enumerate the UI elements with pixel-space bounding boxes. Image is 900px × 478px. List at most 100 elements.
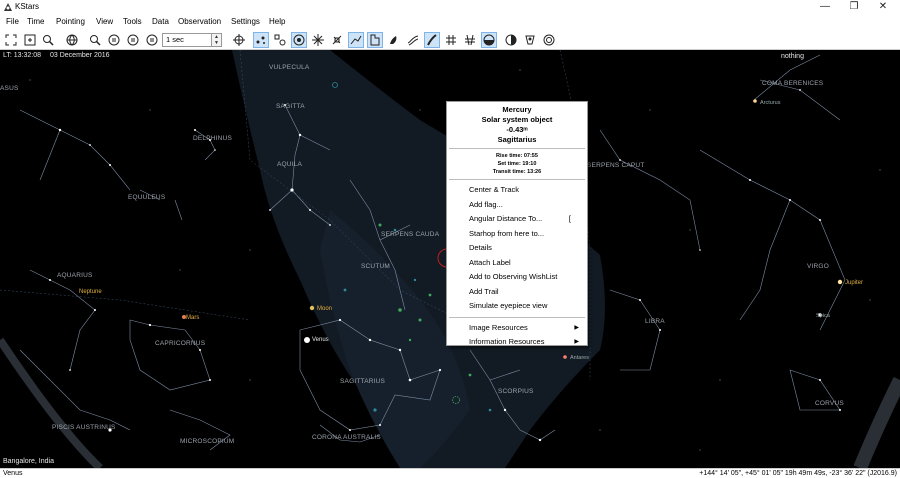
status-object: Venus: [3, 470, 23, 477]
popup-separator: [449, 179, 585, 180]
label-neptune: Neptune: [79, 289, 102, 295]
label-serpens-caput: SERPENS CAPUT: [587, 162, 645, 169]
date-label: 03 December 2016: [50, 52, 110, 59]
toggle-equatorial-grid-icon[interactable]: [424, 32, 440, 48]
menu-item-details[interactable]: Details: [447, 241, 587, 256]
menu-data[interactable]: Data: [152, 16, 169, 28]
jupiter-marker: [837, 279, 843, 285]
label-moon: Moon: [317, 306, 333, 312]
label-libra: LIBRA: [645, 318, 665, 325]
submenu-arrow-icon: ▶: [574, 339, 579, 345]
toggle-horizontal-grid-icon[interactable]: [443, 32, 459, 48]
time-step-spinner-icon[interactable]: ▲ ▼: [212, 33, 222, 47]
toggle-supernovae-icon[interactable]: [310, 32, 326, 48]
find-object-icon[interactable]: [40, 32, 56, 48]
popup-set-time: Set time: 19:10: [497, 161, 537, 167]
label-arcturus: Arcturus: [760, 100, 781, 106]
zoom-in-box-icon[interactable]: [22, 32, 38, 48]
label-mars: Mars: [186, 315, 200, 321]
toggle-constellation-lines-icon[interactable]: [348, 32, 364, 48]
popup-object-type: Solar system object: [481, 115, 553, 124]
label-scorpius: SCORPIUS: [498, 388, 534, 395]
menu-item-add-trail[interactable]: Add Trail: [447, 285, 587, 300]
time-step-field[interactable]: 1 sec: [162, 33, 212, 47]
kstars-window: KStars — ❐ ✕ File Time Pointing View Too…: [0, 0, 900, 478]
menu-item-starhop[interactable]: Starhop from here to...: [447, 227, 587, 242]
menu-item-add-flag[interactable]: Add flag...: [447, 198, 587, 213]
label-sagitta: SAGITTA: [276, 103, 305, 110]
popup-separator: [449, 316, 585, 318]
moon-marker: [309, 305, 315, 311]
toggle-milky-way-icon[interactable]: [405, 32, 421, 48]
toggle-flags-icon[interactable]: [503, 32, 519, 48]
menu-item-center-track[interactable]: Center & Track: [447, 183, 587, 198]
label-delphinus: DELPHINUS: [193, 135, 233, 142]
label-aquarius: AQUARIUS: [57, 272, 93, 279]
antares-marker: [563, 355, 567, 359]
image-resources-label: Image Resources: [469, 322, 528, 332]
label-sagittarius: SAGITTARIUS: [340, 378, 386, 385]
menu-item-angular-distance[interactable]: Angular Distance To... [: [447, 212, 587, 227]
menu-observation[interactable]: Observation: [178, 16, 221, 28]
label-venus: Venus: [312, 337, 329, 343]
globe-icon[interactable]: [64, 32, 80, 48]
angular-distance-shortcut: [: [568, 214, 571, 223]
label-aquila: AQUILA: [277, 161, 303, 168]
time-forward-icon[interactable]: [144, 32, 160, 48]
toggle-fov-icon[interactable]: [541, 32, 557, 48]
zoom-to-fit-icon[interactable]: [3, 32, 19, 48]
toolbar: 1 sec ▲ ▼: [0, 30, 900, 50]
popup-rise-time: Rise time: 07:55: [496, 153, 538, 159]
toggle-satellites-icon[interactable]: [329, 32, 345, 48]
label-capricornus: CAPRICORNUS: [155, 340, 206, 347]
popup-magnitude: -0.43ᵐ: [506, 125, 528, 134]
label-pegasus-partial: ASUS: [0, 85, 19, 92]
menu-item-image-resources[interactable]: Image Resources ▶: [447, 321, 587, 336]
toggle-solar-system-icon[interactable]: [291, 32, 307, 48]
menu-tools[interactable]: Tools: [123, 16, 142, 28]
toggle-constellation-bounds-icon[interactable]: [367, 32, 383, 48]
popup-separator: [449, 148, 585, 149]
label-vulpecula: VULPECULA: [269, 64, 310, 71]
crosshair-icon[interactable]: [231, 32, 247, 48]
toggle-deep-sky-icon[interactable]: [272, 32, 288, 48]
menu-item-add-wishlist[interactable]: Add to Observing WishList: [447, 270, 587, 285]
minimize-icon[interactable]: —: [811, 0, 839, 15]
menu-bar: File Time Pointing View Tools Data Obser…: [0, 15, 900, 30]
toggle-hips-icon[interactable]: [522, 32, 538, 48]
toggle-stars-icon[interactable]: [253, 32, 269, 48]
status-coordinates: +144° 14' 05", +45° 01' 05" 19h 49m 49s,…: [699, 470, 897, 477]
time-backward-icon[interactable]: [106, 32, 122, 48]
toggle-horizon-icon[interactable]: [481, 32, 497, 48]
focus-object-label: nothing: [781, 53, 804, 60]
menu-view[interactable]: View: [96, 16, 113, 28]
label-corvus: CORVUS: [815, 400, 844, 407]
label-jupiter: Jupiter: [845, 280, 864, 286]
arcturus-marker: [753, 99, 757, 103]
pause-time-icon[interactable]: [125, 32, 141, 48]
menu-time[interactable]: Time: [27, 16, 44, 28]
label-serpens-cauda: SERPENS CAUDA: [381, 231, 440, 238]
submenu-arrow-icon: ▶: [574, 324, 579, 331]
menu-help[interactable]: Help: [269, 16, 285, 28]
location-label: Bangalore, India: [3, 458, 54, 465]
restore-icon[interactable]: ❐: [840, 0, 868, 15]
toggle-constellation-art-icon[interactable]: [386, 32, 402, 48]
kstars-app-icon: [4, 3, 12, 11]
menu-settings[interactable]: Settings: [231, 16, 260, 28]
menu-item-attach-label[interactable]: Attach Label: [447, 256, 587, 271]
label-piscis-austrinus: PISCIS AUSTRINUS: [52, 424, 116, 431]
menu-pointing[interactable]: Pointing: [56, 16, 85, 28]
search-icon[interactable]: [87, 32, 103, 48]
local-time: LT: 13:32:08: [3, 52, 42, 59]
menu-file[interactable]: File: [6, 16, 19, 28]
menu-item-simulate-eyepiece[interactable]: Simulate eyepiece view: [447, 299, 587, 314]
label-spica: Spica: [816, 313, 830, 319]
close-icon[interactable]: ✕: [869, 0, 897, 15]
label-scutum: SCUTUM: [361, 263, 391, 270]
toggle-ground-icon[interactable]: [462, 32, 478, 48]
label-antares: Antares: [570, 355, 589, 361]
popup-object-name: Mercury: [502, 105, 532, 114]
popup-constellation: Sagittarius: [497, 135, 537, 144]
menu-item-information-resources[interactable]: Information Resources ▶: [447, 335, 587, 350]
